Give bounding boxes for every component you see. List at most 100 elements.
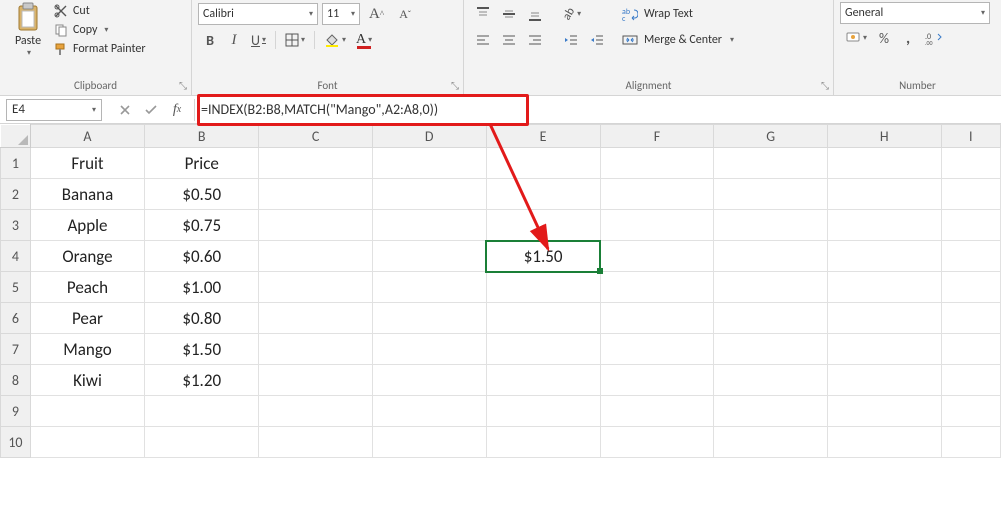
cell-D1[interactable]	[372, 148, 486, 179]
column-header-E[interactable]: E	[486, 125, 600, 148]
cell-G3[interactable]	[714, 210, 828, 241]
cell-C4[interactable]	[259, 241, 373, 272]
increase-indent-button[interactable]	[585, 29, 609, 51]
cell-I7[interactable]	[941, 334, 1000, 365]
cell-A6[interactable]: Pear	[30, 303, 144, 334]
font-color-button[interactable]: A ▾	[352, 29, 376, 51]
underline-button[interactable]: U▾	[247, 29, 270, 51]
cell-D6[interactable]	[372, 303, 486, 334]
cell-A2[interactable]: Banana	[30, 179, 144, 210]
cell-C6[interactable]	[259, 303, 373, 334]
cell-F10[interactable]	[600, 427, 714, 458]
cell-D7[interactable]	[372, 334, 486, 365]
row-header-4[interactable]: 4	[1, 241, 31, 272]
cell-G10[interactable]	[714, 427, 828, 458]
merge-center-button[interactable]: Merge & Center ▾	[618, 31, 738, 49]
font-size-select[interactable]: 11 ▾	[322, 3, 360, 25]
row-header-10[interactable]: 10	[1, 427, 31, 458]
cell-D10[interactable]	[372, 427, 486, 458]
cell-H1[interactable]	[827, 148, 941, 179]
cell-E6[interactable]	[486, 303, 600, 334]
cell-E5[interactable]	[486, 272, 600, 303]
column-header-A[interactable]: A	[30, 125, 144, 148]
cell-H6[interactable]	[827, 303, 941, 334]
cell-A7[interactable]: Mango	[30, 334, 144, 365]
row-header-3[interactable]: 3	[1, 210, 31, 241]
column-header-G[interactable]: G	[714, 125, 828, 148]
wrap-text-button[interactable]: abc Wrap Text	[618, 5, 738, 23]
cell-F4[interactable]	[600, 241, 714, 272]
accounting-format-button[interactable]: ▾	[841, 27, 871, 49]
column-header-D[interactable]: D	[372, 125, 486, 148]
cell-H9[interactable]	[827, 396, 941, 427]
percent-button[interactable]: %	[873, 27, 895, 49]
column-header-B[interactable]: B	[145, 125, 259, 148]
cell-I2[interactable]	[941, 179, 1000, 210]
cell-B7[interactable]: $1.50	[145, 334, 259, 365]
align-top-button[interactable]	[471, 3, 495, 25]
row-header-7[interactable]: 7	[1, 334, 31, 365]
cell-H5[interactable]	[827, 272, 941, 303]
cell-A5[interactable]: Peach	[30, 272, 144, 303]
italic-button[interactable]: I	[223, 29, 245, 51]
align-middle-button[interactable]	[497, 3, 521, 25]
cell-D8[interactable]	[372, 365, 486, 396]
cell-G5[interactable]	[714, 272, 828, 303]
row-header-2[interactable]: 2	[1, 179, 31, 210]
cell-I10[interactable]	[941, 427, 1000, 458]
cell-C1[interactable]	[259, 148, 373, 179]
cancel-formula-button[interactable]	[112, 99, 138, 121]
increase-decimal-button[interactable]: .0.00	[921, 27, 947, 49]
cell-D9[interactable]	[372, 396, 486, 427]
cell-B9[interactable]	[145, 396, 259, 427]
cell-B1[interactable]: Price	[145, 148, 259, 179]
increase-font-button[interactable]: A^	[365, 3, 388, 25]
align-right-button[interactable]	[523, 29, 547, 51]
cell-I5[interactable]	[941, 272, 1000, 303]
cell-A4[interactable]: Orange	[30, 241, 144, 272]
cell-C9[interactable]	[259, 396, 373, 427]
cell-F6[interactable]	[600, 303, 714, 334]
cell-E8[interactable]	[486, 365, 600, 396]
row-header-1[interactable]: 1	[1, 148, 31, 179]
cell-E3[interactable]	[486, 210, 600, 241]
cell-H2[interactable]	[827, 179, 941, 210]
cell-D2[interactable]	[372, 179, 486, 210]
cell-I6[interactable]	[941, 303, 1000, 334]
cell-H7[interactable]	[827, 334, 941, 365]
dialog-launcher-icon[interactable]: ⤡	[821, 79, 829, 92]
align-bottom-button[interactable]	[523, 3, 547, 25]
copy-button[interactable]: Copy ▾	[50, 22, 150, 38]
cell-G4[interactable]	[714, 241, 828, 272]
align-center-button[interactable]	[497, 29, 521, 51]
borders-button[interactable]: ▾	[281, 29, 309, 51]
cell-H8[interactable]	[827, 365, 941, 396]
cell-I1[interactable]	[941, 148, 1000, 179]
cell-G8[interactable]	[714, 365, 828, 396]
cell-F9[interactable]	[600, 396, 714, 427]
cell-F2[interactable]	[600, 179, 714, 210]
cell-F3[interactable]	[600, 210, 714, 241]
cell-E7[interactable]	[486, 334, 600, 365]
column-header-C[interactable]: C	[259, 125, 373, 148]
decrease-font-button[interactable]: Aˇ	[394, 3, 416, 25]
cell-I3[interactable]	[941, 210, 1000, 241]
font-name-select[interactable]: Calibri ▾	[198, 3, 318, 25]
cell-E10[interactable]	[486, 427, 600, 458]
align-left-button[interactable]	[471, 29, 495, 51]
cell-G1[interactable]	[714, 148, 828, 179]
cell-A1[interactable]: Fruit	[30, 148, 144, 179]
cell-F7[interactable]	[600, 334, 714, 365]
cell-C3[interactable]	[259, 210, 373, 241]
cell-B6[interactable]: $0.80	[145, 303, 259, 334]
row-header-6[interactable]: 6	[1, 303, 31, 334]
cell-D5[interactable]	[372, 272, 486, 303]
cell-C5[interactable]	[259, 272, 373, 303]
cell-D4[interactable]	[372, 241, 486, 272]
dialog-launcher-icon[interactable]: ⤡	[451, 79, 459, 92]
bold-button[interactable]: B	[199, 29, 221, 51]
cell-C8[interactable]	[259, 365, 373, 396]
row-header-5[interactable]: 5	[1, 272, 31, 303]
cell-A10[interactable]	[30, 427, 144, 458]
decrease-indent-button[interactable]	[559, 29, 583, 51]
